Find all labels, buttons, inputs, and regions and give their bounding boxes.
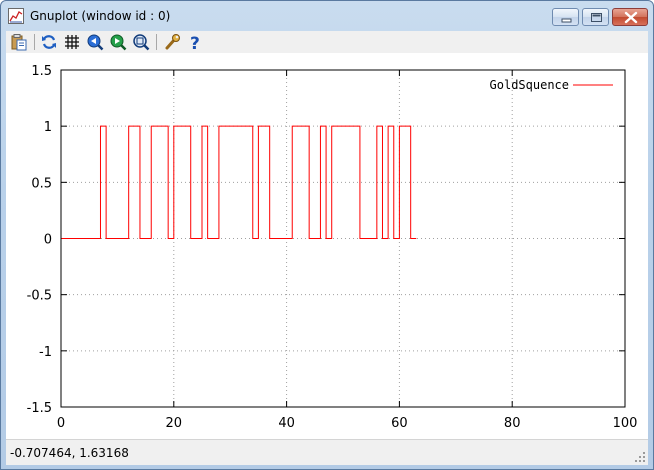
title-bar[interactable]: Gnuplot (window id : 0) — [1, 1, 653, 31]
help-icon[interactable]: ? — [186, 33, 204, 51]
x-tick-label: 80 — [504, 416, 521, 431]
svg-text:?: ? — [190, 34, 200, 51]
window-title: Gnuplot (window id : 0) — [30, 9, 171, 23]
y-tick-label: 0 — [44, 233, 52, 248]
toolbar: ? — [6, 31, 648, 54]
minimize-icon — [561, 18, 572, 23]
x-tick-label: 40 — [278, 416, 295, 431]
y-tick-label: 1.5 — [31, 64, 52, 79]
clipboard-icon[interactable] — [10, 33, 28, 51]
wrench-icon[interactable] — [163, 33, 181, 51]
close-icon — [624, 11, 638, 24]
close-button[interactable] — [612, 8, 648, 26]
gnuplot-window: Gnuplot (window id : 0) ? 0 20 40 60 80 … — [0, 0, 654, 470]
x-tick-label: 0 — [57, 416, 65, 431]
zoom-fit-icon[interactable] — [132, 33, 150, 51]
x-tick-label: 60 — [391, 416, 408, 431]
resize-grip-icon[interactable] — [634, 451, 646, 463]
legend-label: GoldSquence — [490, 78, 569, 92]
toolbar-separator — [34, 34, 35, 50]
series-line-goldsquence — [61, 125, 417, 239]
x-tick-label: 20 — [166, 416, 183, 431]
grid-icon[interactable] — [63, 33, 81, 51]
maximize-button[interactable] — [582, 8, 609, 26]
mouse-coordinates: -0.707464, 1.63168 — [10, 446, 129, 460]
gnuplot-chart[interactable]: 0 20 40 60 80 100 1.5 1 0.5 0 -0.5 -1 -1.5 GoldSquenc… — [6, 53, 648, 439]
gnuplot-app-icon — [8, 8, 24, 24]
x-tick-label: 100 — [613, 416, 638, 431]
minimize-button[interactable] — [552, 8, 579, 26]
status-bar: -0.707464, 1.63168 — [6, 439, 648, 465]
y-tick-label: -1 — [39, 345, 52, 360]
y-tick-label: -1.5 — [27, 401, 52, 416]
zoom-forward-icon[interactable] — [109, 33, 127, 51]
y-tick-label: -0.5 — [27, 289, 52, 304]
refresh-icon[interactable] — [40, 33, 58, 51]
y-tick-label: 1 — [44, 120, 52, 135]
toolbar-separator — [156, 34, 157, 50]
maximize-icon — [591, 13, 602, 22]
zoom-back-icon[interactable] — [86, 33, 104, 51]
plot-area[interactable]: 0 20 40 60 80 100 1.5 1 0.5 0 -0.5 -1 -1.5 GoldSquenc… — [6, 53, 648, 439]
y-tick-label: 0.5 — [31, 176, 52, 191]
